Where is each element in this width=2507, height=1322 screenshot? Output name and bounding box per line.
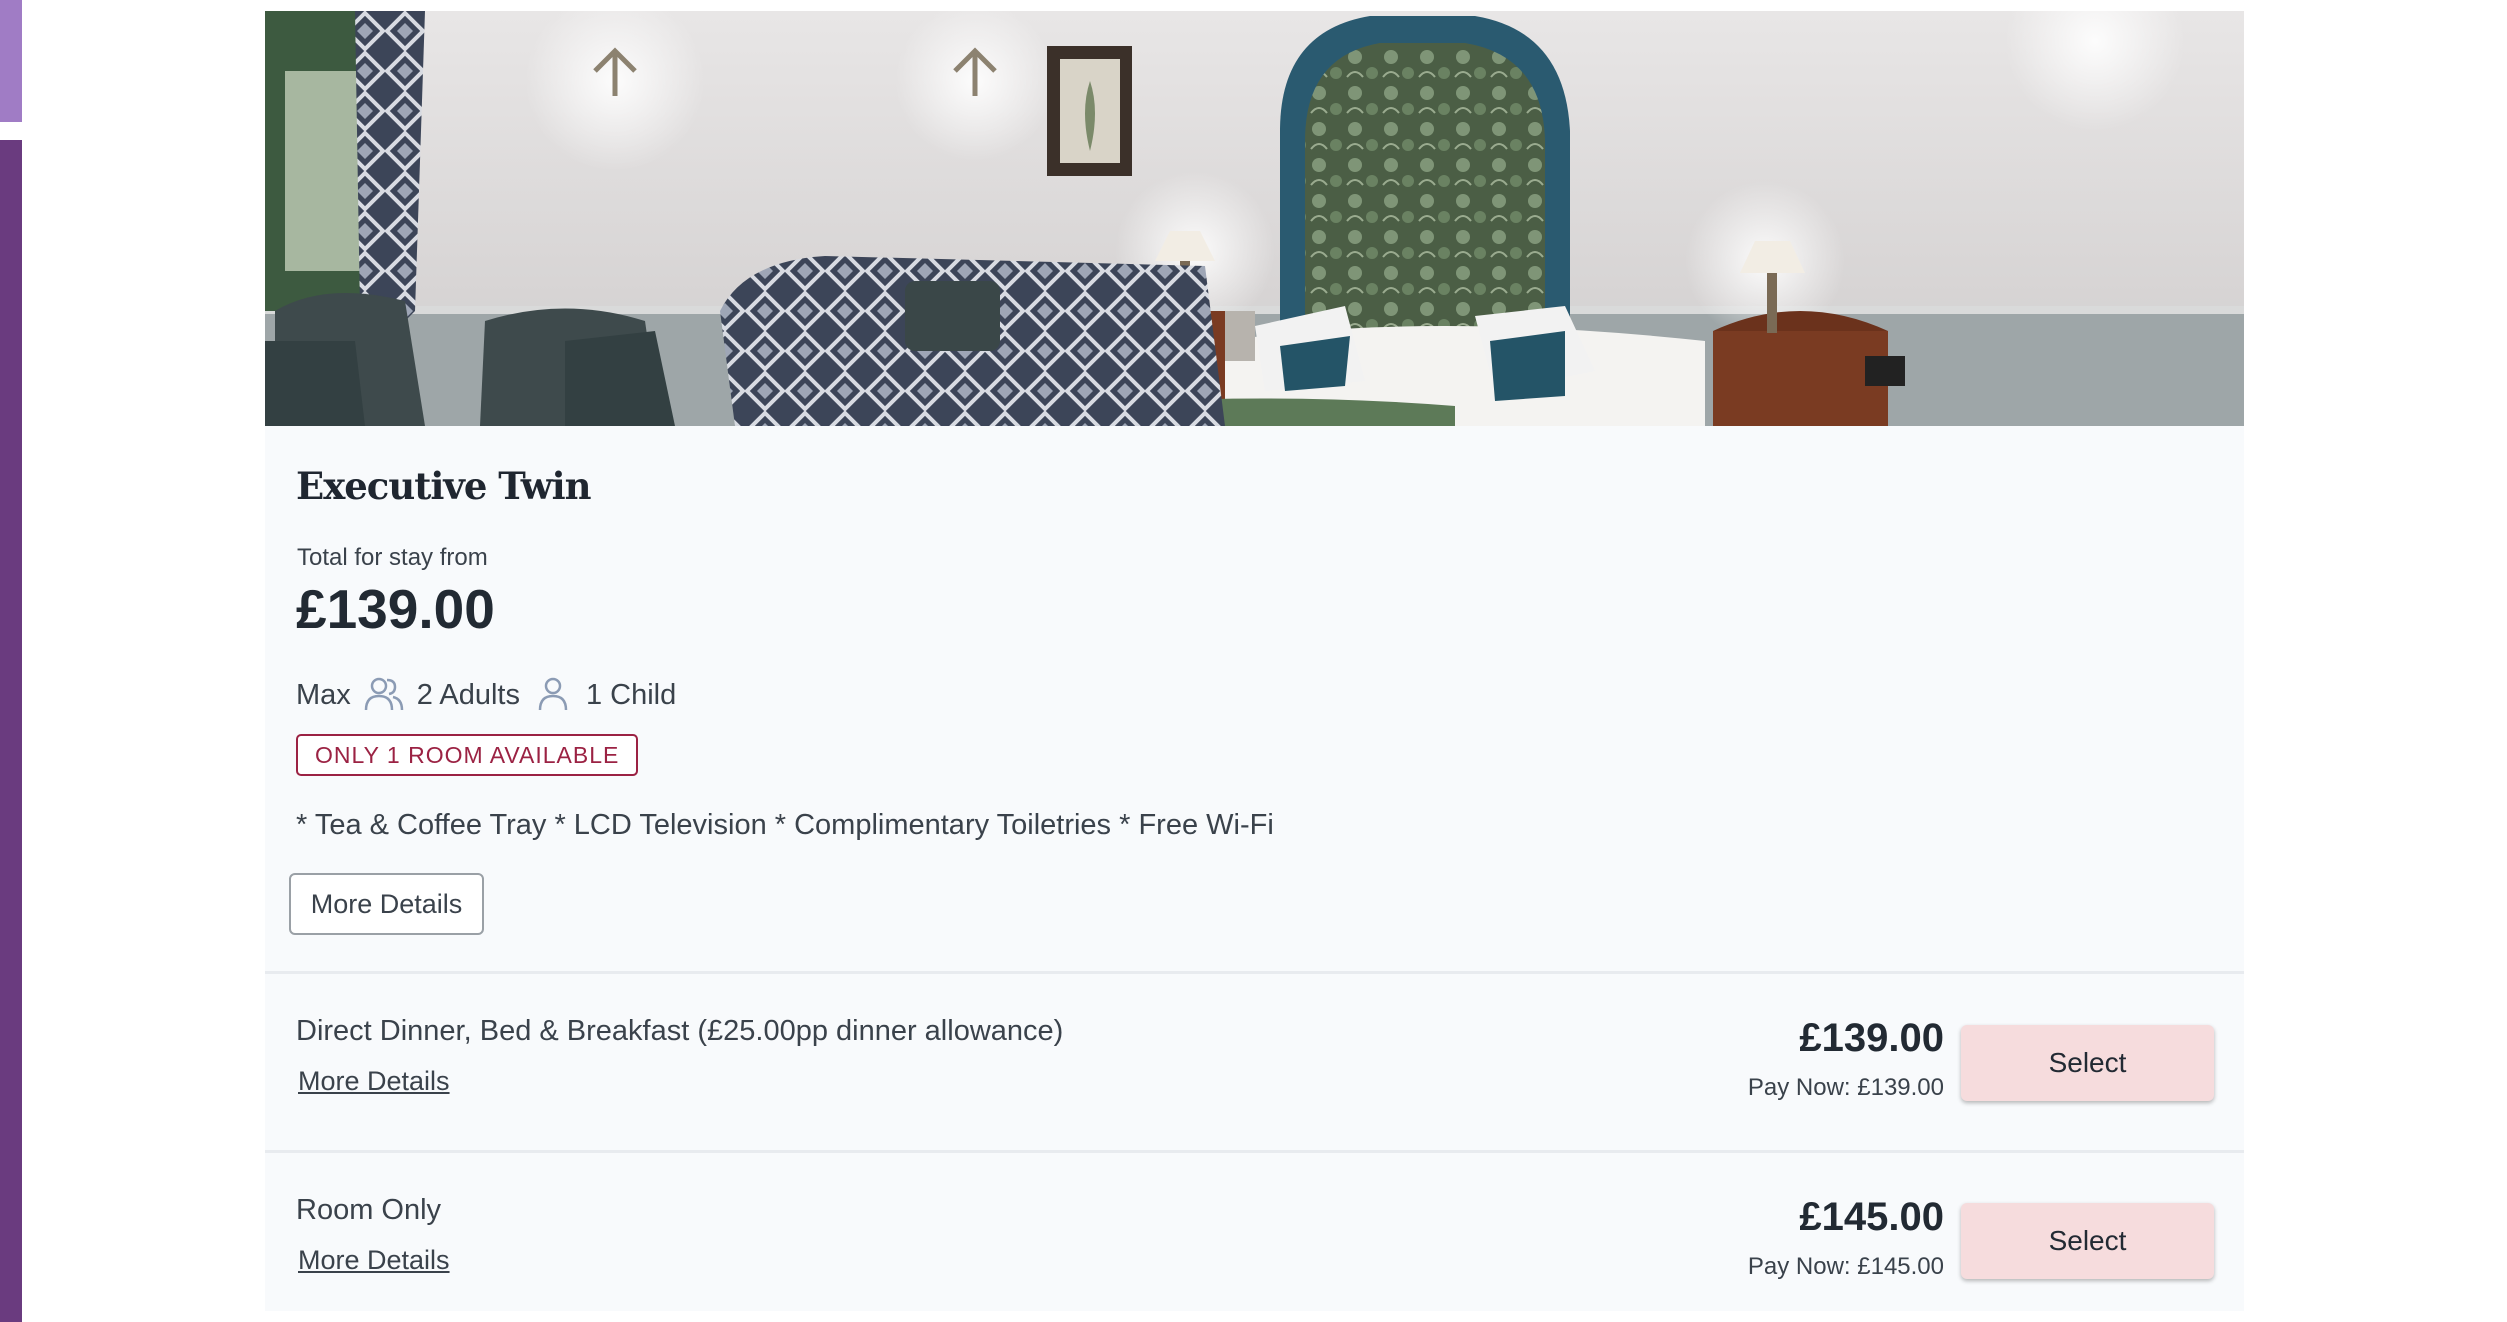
rate-price: £139.00 — [1799, 1016, 1944, 1060]
child-count: 1 Child — [585, 678, 677, 711]
amenities-list: * Tea & Coffee Tray * LCD Television * C… — [296, 809, 1274, 841]
more-details-button[interactable]: More Details — [289, 873, 484, 935]
adults-count: 2 Adults — [416, 678, 520, 711]
rate-name: Room Only — [296, 1194, 442, 1226]
rate-pay-now: Pay Now: £139.00 — [1747, 1074, 1944, 1101]
rate-more-details-link[interactable]: More Details — [298, 1245, 450, 1276]
select-button[interactable]: Select — [1961, 1203, 2214, 1279]
room-title: Executive Twin — [296, 464, 592, 508]
select-button[interactable]: Select — [1961, 1025, 2214, 1101]
page: Executive Twin Total for stay from £139.… — [0, 0, 2507, 1322]
room-card: Executive Twin Total for stay from £139.… — [265, 11, 2244, 1311]
rate-more-details-link[interactable]: More Details — [298, 1066, 450, 1097]
room-photo[interactable] — [265, 11, 2244, 426]
divider — [265, 1150, 2244, 1153]
occupancy: Max 2 Adults 1 Child — [296, 673, 676, 717]
rate-pay-now: Pay Now: £145.00 — [1747, 1253, 1944, 1280]
availability-badge: ONLY 1 ROOM AVAILABLE — [296, 734, 639, 776]
total-for-stay-label: Total for stay from — [297, 544, 488, 571]
total-price: £139.00 — [296, 578, 495, 640]
sidebar-accent-light — [0, 0, 22, 122]
max-label: Max — [296, 678, 351, 711]
child-icon — [532, 674, 574, 716]
rate-price: £145.00 — [1799, 1195, 1944, 1239]
rate-name: Direct Dinner, Bed & Breakfast (£25.00pp… — [296, 1015, 1064, 1047]
adults-icon — [363, 674, 405, 716]
divider — [265, 971, 2244, 974]
sidebar-accent — [0, 140, 22, 1322]
